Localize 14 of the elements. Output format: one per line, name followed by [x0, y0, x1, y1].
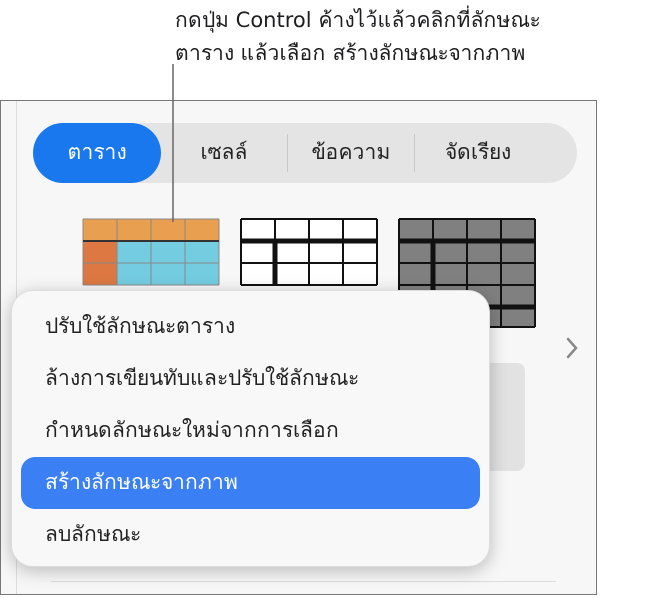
callout-text: ตาราง แล้วเลือก สร้างลักษณะจากภาพ [175, 40, 526, 67]
table-style-thumbnail[interactable] [82, 218, 220, 286]
tab[interactable]: ตาราง [33, 123, 161, 183]
table-style-thumbnail[interactable] [240, 218, 378, 286]
menu-item[interactable]: ล้างการเขียนทับและปรับใช้ลักษณะ [21, 353, 480, 405]
tab[interactable]: เซลล์ [161, 123, 287, 183]
menu-item[interactable]: ลบลักษณะ [21, 509, 480, 561]
menu-item[interactable]: ปรับใช้ลักษณะตาราง [21, 301, 480, 353]
menu-item[interactable]: กำหนดลักษณะใหม่จากการเลือก [21, 405, 480, 457]
menu-item[interactable]: สร้างลักษณะจากภาพ [21, 457, 480, 509]
callout-text: กดปุ่ม Control ค้างไว้แล้วคลิกที่ลักษณะ [175, 4, 668, 37]
chevron-right-icon[interactable] [565, 337, 579, 359]
tab[interactable]: ข้อความ [288, 123, 414, 183]
tab[interactable]: จัดเรียง [415, 123, 541, 183]
